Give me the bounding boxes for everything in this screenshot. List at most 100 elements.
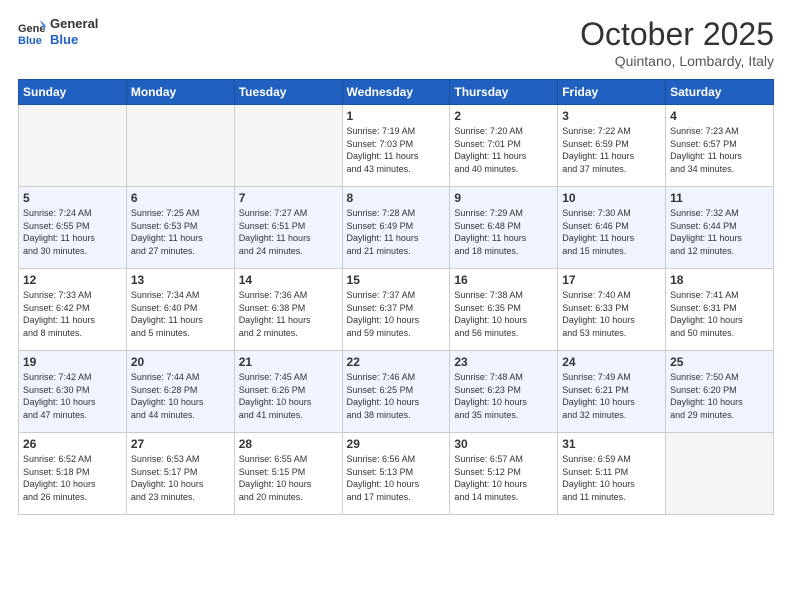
day-info: Sunrise: 7:41 AM Sunset: 6:31 PM Dayligh… xyxy=(670,289,769,339)
day-info: Sunrise: 7:40 AM Sunset: 6:33 PM Dayligh… xyxy=(562,289,661,339)
day-number: 24 xyxy=(562,355,661,369)
col-thursday: Thursday xyxy=(450,80,558,105)
table-row: 13 Sunrise: 7:34 AM Sunset: 6:40 PM Dayli… xyxy=(126,269,234,351)
day-info: Sunrise: 7:24 AM Sunset: 6:55 PM Dayligh… xyxy=(23,207,122,257)
day-number: 23 xyxy=(454,355,553,369)
col-wednesday: Wednesday xyxy=(342,80,450,105)
svg-text:Blue: Blue xyxy=(18,35,42,46)
day-number: 19 xyxy=(23,355,122,369)
day-info: Sunrise: 7:34 AM Sunset: 6:40 PM Dayligh… xyxy=(131,289,230,339)
logo-icon: General Blue xyxy=(18,18,46,46)
day-number: 11 xyxy=(670,191,769,205)
day-number: 13 xyxy=(131,273,230,287)
location: Quintano, Lombardy, Italy xyxy=(580,53,774,69)
day-number: 14 xyxy=(239,273,338,287)
svg-text:General: General xyxy=(18,23,46,35)
table-row: 19 Sunrise: 7:42 AM Sunset: 6:30 PM Dayli… xyxy=(19,351,127,433)
table-row: 20 Sunrise: 7:44 AM Sunset: 6:28 PM Dayli… xyxy=(126,351,234,433)
day-info: Sunrise: 7:44 AM Sunset: 6:28 PM Dayligh… xyxy=(131,371,230,421)
table-row: 28Sunrise: 6:55 AM Sunset: 5:15 PM Dayli… xyxy=(234,433,342,515)
day-number: 7 xyxy=(239,191,338,205)
day-number: 1 xyxy=(347,109,446,123)
day-number: 26 xyxy=(23,437,122,451)
day-number: 9 xyxy=(454,191,553,205)
table-row: 23 Sunrise: 7:48 AM Sunset: 6:23 PM Dayli… xyxy=(450,351,558,433)
day-info: Sunrise: 7:48 AM Sunset: 6:23 PM Dayligh… xyxy=(454,371,553,421)
table-row: 17Sunrise: 7:40 AM Sunset: 6:33 PM Dayli… xyxy=(558,269,666,351)
logo-line1: General xyxy=(50,16,98,32)
table-row xyxy=(234,105,342,187)
calendar-week-row: 12Sunrise: 7:33 AM Sunset: 6:42 PM Dayli… xyxy=(19,269,774,351)
day-info: Sunrise: 7:42 AM Sunset: 6:30 PM Dayligh… xyxy=(23,371,122,421)
table-row: 11 Sunrise: 7:32 AM Sunset: 6:44 PM Dayli… xyxy=(666,187,774,269)
month-title: October 2025 xyxy=(580,16,774,53)
day-info: Sunrise: 7:45 AM Sunset: 6:26 PM Dayligh… xyxy=(239,371,338,421)
table-row: 31Sunrise: 6:59 AM Sunset: 5:11 PM Dayli… xyxy=(558,433,666,515)
day-info: Sunrise: 7:33 AM Sunset: 6:42 PM Dayligh… xyxy=(23,289,122,339)
table-row: 10 Sunrise: 7:30 AM Sunset: 6:46 PM Dayli… xyxy=(558,187,666,269)
title-block: October 2025 Quintano, Lombardy, Italy xyxy=(580,16,774,69)
day-info: Sunrise: 7:22 AM Sunset: 6:59 PM Dayligh… xyxy=(562,125,661,175)
table-row: 26 Sunrise: 6:52 AM Sunset: 5:18 PM Dayli… xyxy=(19,433,127,515)
day-info: Sunrise: 7:36 AM Sunset: 6:38 PM Dayligh… xyxy=(239,289,338,339)
table-row xyxy=(19,105,127,187)
table-row: 30 Sunrise: 6:57 AM Sunset: 5:12 PM Dayli… xyxy=(450,433,558,515)
logo: General Blue General Blue xyxy=(18,16,98,47)
calendar-week-row: 1 Sunrise: 7:19 AM Sunset: 7:03 PM Daylig… xyxy=(19,105,774,187)
day-number: 8 xyxy=(347,191,446,205)
day-info: Sunrise: 7:50 AM Sunset: 6:20 PM Dayligh… xyxy=(670,371,769,421)
calendar-week-row: 5 Sunrise: 7:24 AM Sunset: 6:55 PM Daylig… xyxy=(19,187,774,269)
day-number: 6 xyxy=(131,191,230,205)
table-row: 16 Sunrise: 7:38 AM Sunset: 6:35 PM Dayli… xyxy=(450,269,558,351)
day-info: Sunrise: 7:19 AM Sunset: 7:03 PM Dayligh… xyxy=(347,125,446,175)
col-tuesday: Tuesday xyxy=(234,80,342,105)
day-number: 10 xyxy=(562,191,661,205)
table-row: 27Sunrise: 6:53 AM Sunset: 5:17 PM Dayli… xyxy=(126,433,234,515)
day-info: Sunrise: 6:55 AM Sunset: 5:15 PM Dayligh… xyxy=(239,453,338,503)
table-row: 29 Sunrise: 6:56 AM Sunset: 5:13 PM Dayli… xyxy=(342,433,450,515)
table-row: 15 Sunrise: 7:37 AM Sunset: 6:37 PM Dayli… xyxy=(342,269,450,351)
calendar-table: Sunday Monday Tuesday Wednesday Thursday… xyxy=(18,79,774,515)
table-row: 24 Sunrise: 7:49 AM Sunset: 6:21 PM Dayli… xyxy=(558,351,666,433)
col-friday: Friday xyxy=(558,80,666,105)
calendar-week-row: 19 Sunrise: 7:42 AM Sunset: 6:30 PM Dayli… xyxy=(19,351,774,433)
day-number: 31 xyxy=(562,437,661,451)
day-number: 20 xyxy=(131,355,230,369)
day-info: Sunrise: 6:52 AM Sunset: 5:18 PM Dayligh… xyxy=(23,453,122,503)
table-row: 21Sunrise: 7:45 AM Sunset: 6:26 PM Dayli… xyxy=(234,351,342,433)
day-info: Sunrise: 7:29 AM Sunset: 6:48 PM Dayligh… xyxy=(454,207,553,257)
table-row xyxy=(666,433,774,515)
day-info: Sunrise: 7:25 AM Sunset: 6:53 PM Dayligh… xyxy=(131,207,230,257)
table-row: 14 Sunrise: 7:36 AM Sunset: 6:38 PM Dayli… xyxy=(234,269,342,351)
day-info: Sunrise: 7:37 AM Sunset: 6:37 PM Dayligh… xyxy=(347,289,446,339)
table-row: 22 Sunrise: 7:46 AM Sunset: 6:25 PM Dayli… xyxy=(342,351,450,433)
col-monday: Monday xyxy=(126,80,234,105)
day-info: Sunrise: 7:23 AM Sunset: 6:57 PM Dayligh… xyxy=(670,125,769,175)
day-info: Sunrise: 7:38 AM Sunset: 6:35 PM Dayligh… xyxy=(454,289,553,339)
day-info: Sunrise: 7:27 AM Sunset: 6:51 PM Dayligh… xyxy=(239,207,338,257)
day-info: Sunrise: 6:56 AM Sunset: 5:13 PM Dayligh… xyxy=(347,453,446,503)
col-saturday: Saturday xyxy=(666,80,774,105)
day-number: 16 xyxy=(454,273,553,287)
logo-line2: Blue xyxy=(50,32,98,48)
calendar-header-row: Sunday Monday Tuesday Wednesday Thursday… xyxy=(19,80,774,105)
day-info: Sunrise: 7:28 AM Sunset: 6:49 PM Dayligh… xyxy=(347,207,446,257)
day-number: 2 xyxy=(454,109,553,123)
table-row: 7 Sunrise: 7:27 AM Sunset: 6:51 PM Daylig… xyxy=(234,187,342,269)
day-info: Sunrise: 7:30 AM Sunset: 6:46 PM Dayligh… xyxy=(562,207,661,257)
table-row: 6 Sunrise: 7:25 AM Sunset: 6:53 PM Daylig… xyxy=(126,187,234,269)
day-info: Sunrise: 7:49 AM Sunset: 6:21 PM Dayligh… xyxy=(562,371,661,421)
day-number: 15 xyxy=(347,273,446,287)
table-row: 1 Sunrise: 7:19 AM Sunset: 7:03 PM Daylig… xyxy=(342,105,450,187)
day-info: Sunrise: 7:32 AM Sunset: 6:44 PM Dayligh… xyxy=(670,207,769,257)
table-row: 4Sunrise: 7:23 AM Sunset: 6:57 PM Daylig… xyxy=(666,105,774,187)
day-info: Sunrise: 6:57 AM Sunset: 5:12 PM Dayligh… xyxy=(454,453,553,503)
col-sunday: Sunday xyxy=(19,80,127,105)
day-number: 29 xyxy=(347,437,446,451)
day-number: 5 xyxy=(23,191,122,205)
day-number: 30 xyxy=(454,437,553,451)
day-number: 22 xyxy=(347,355,446,369)
table-row: 2Sunrise: 7:20 AM Sunset: 7:01 PM Daylig… xyxy=(450,105,558,187)
table-row: 3Sunrise: 7:22 AM Sunset: 6:59 PM Daylig… xyxy=(558,105,666,187)
day-info: Sunrise: 7:46 AM Sunset: 6:25 PM Dayligh… xyxy=(347,371,446,421)
